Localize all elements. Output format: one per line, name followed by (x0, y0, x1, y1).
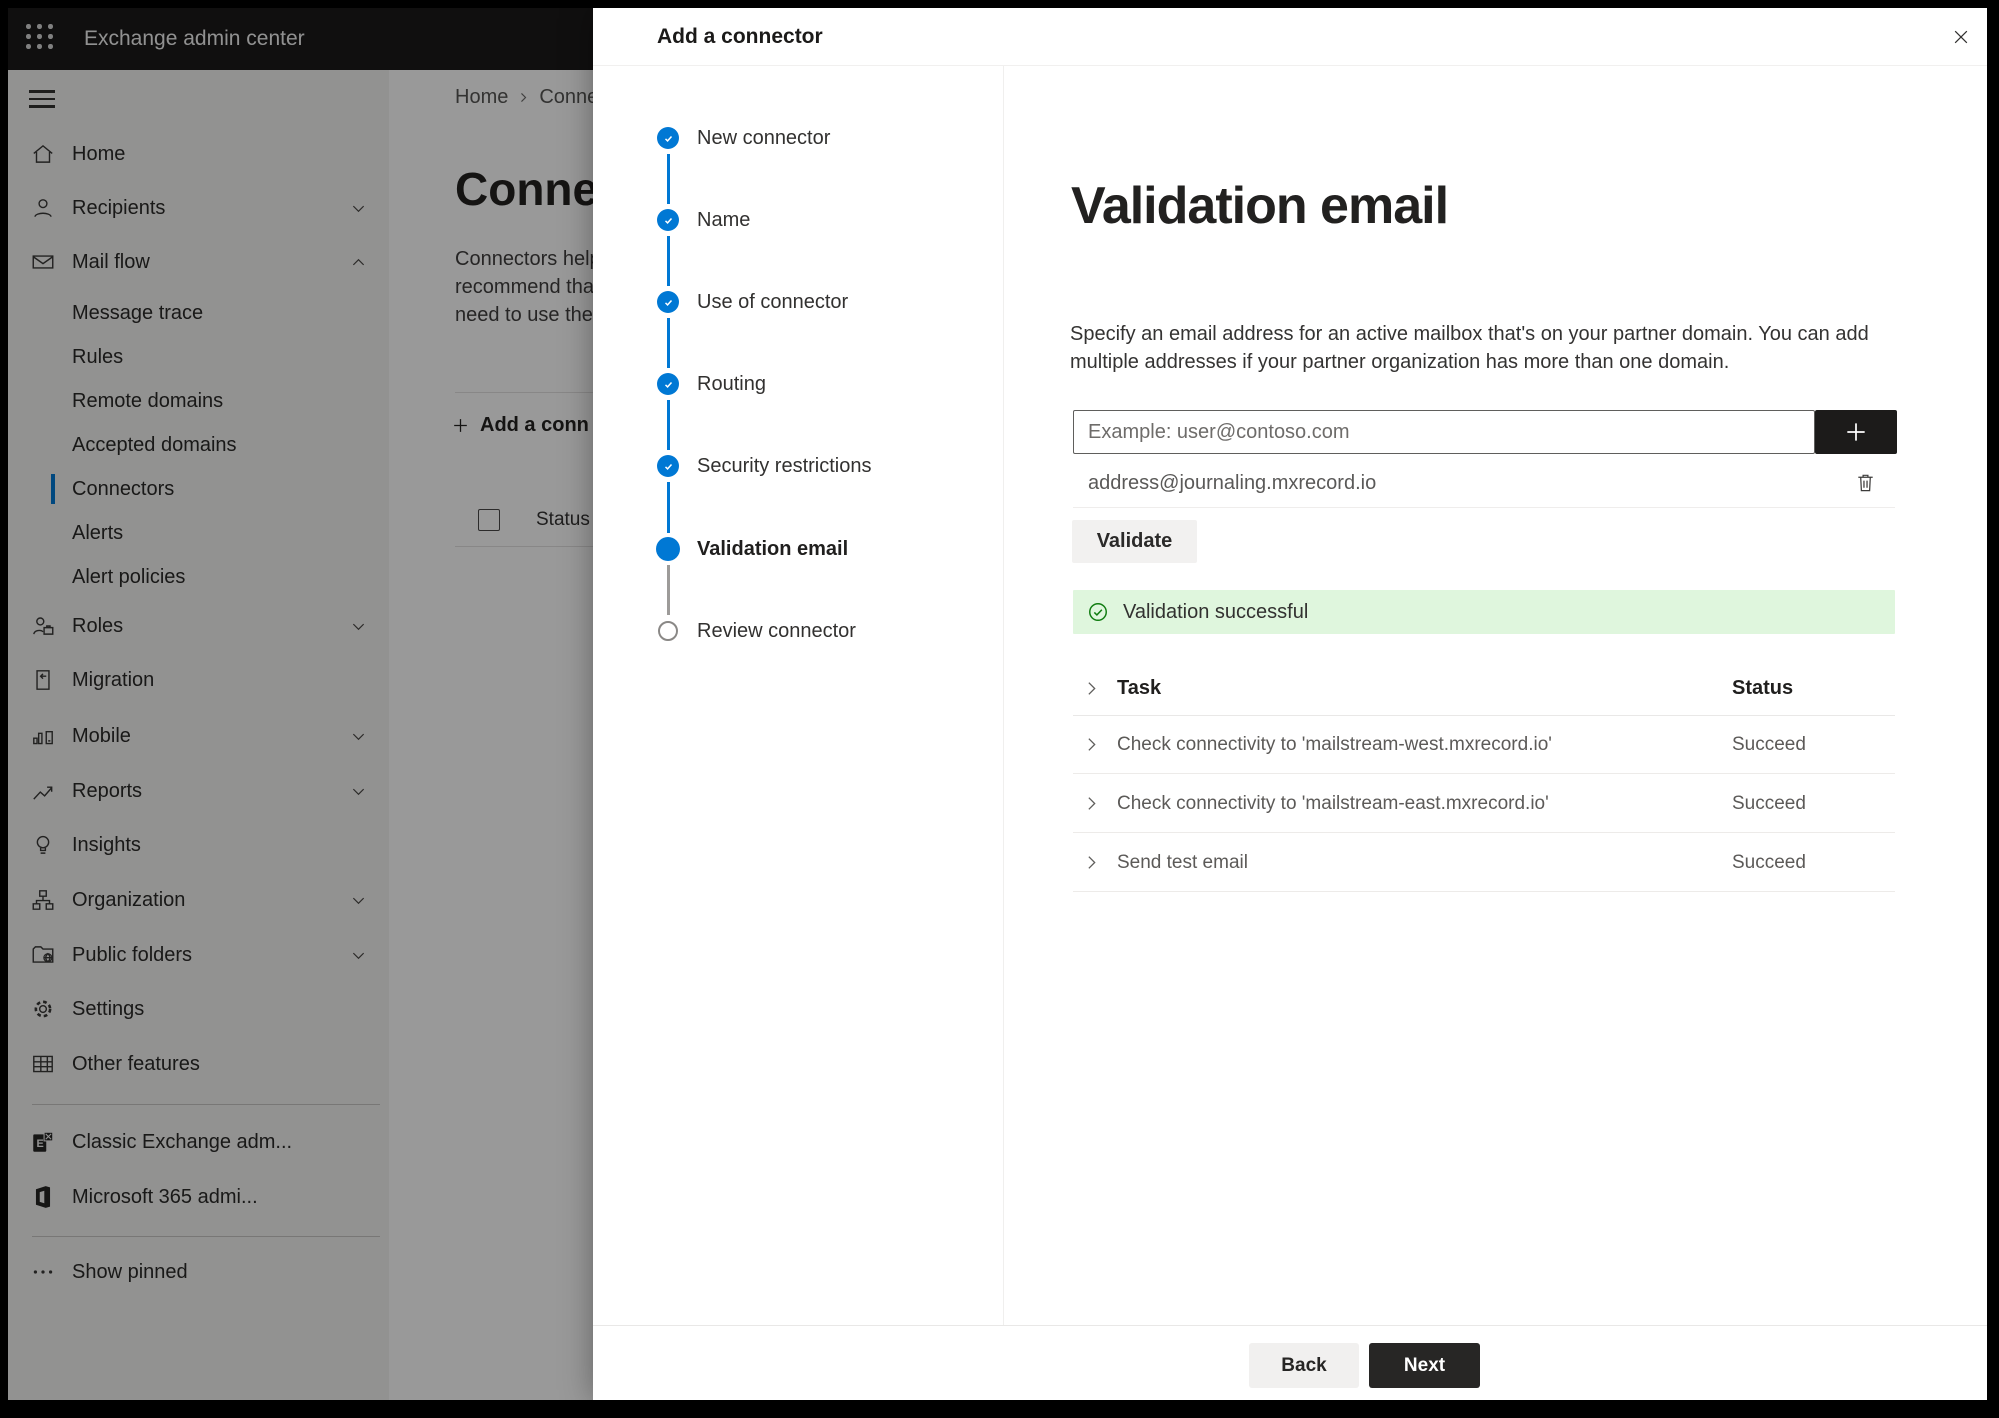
expand-row-chevron-icon[interactable] (1083, 736, 1100, 753)
step-connector-line (666, 565, 670, 615)
step-connector-line (666, 318, 670, 368)
banner-text: Validation successful (1123, 601, 1309, 623)
divider (593, 65, 1987, 66)
step-connector-line (666, 154, 670, 204)
expand-row-chevron-icon[interactable] (1083, 795, 1100, 812)
validation-success-banner: Validation successful (1073, 590, 1895, 634)
status-cell: Succeed (1732, 793, 1806, 814)
step-name[interactable]: Name (697, 206, 750, 234)
task-cell: Send test email (1117, 852, 1248, 873)
expand-all-chevron-icon[interactable] (1083, 680, 1100, 697)
close-icon[interactable] (1945, 21, 1977, 53)
task-cell: Check connectivity to 'mailstream-east.m… (1117, 793, 1549, 814)
step-pending-circle (658, 621, 678, 641)
result-row: Send test email Succeed (1073, 833, 1895, 892)
step-completed-check-icon (657, 291, 679, 313)
step-page-title: Validation email (1071, 177, 1449, 235)
expand-row-chevron-icon[interactable] (1083, 854, 1100, 871)
dialog-title: Add a connector (657, 25, 823, 48)
added-email-address: address@journaling.mxrecord.io (1088, 472, 1377, 494)
result-row: Check connectivity to 'mailstream-east.m… (1073, 774, 1895, 833)
step-completed-check-icon (657, 127, 679, 149)
step-completed-check-icon (657, 455, 679, 477)
screen: Exchange admin center Home Recipients Mail… (8, 8, 1987, 1400)
step-validation-email[interactable]: Validation email (697, 535, 848, 563)
step-connector-line (666, 236, 670, 286)
next-button[interactable]: Next (1369, 1343, 1480, 1388)
step-security-restrictions[interactable]: Security restrictions (697, 452, 872, 480)
delete-address-icon[interactable] (1849, 466, 1883, 500)
column-header-task: Task (1117, 677, 1162, 699)
result-row: Check connectivity to 'mailstream-west.m… (1073, 715, 1895, 774)
step-use-of-connector[interactable]: Use of connector (697, 288, 848, 316)
email-address-input[interactable] (1073, 410, 1815, 454)
step-new-connector[interactable]: New connector (697, 124, 830, 152)
results-table-header: Task Status (593, 668, 1987, 708)
validate-button[interactable]: Validate (1072, 520, 1197, 563)
task-cell: Check connectivity to 'mailstream-west.m… (1117, 734, 1552, 755)
add-connector-dialog: Add a connector New connector Name Use of … (593, 8, 1987, 1400)
step-connector-line (666, 400, 670, 450)
success-check-icon (1087, 601, 1109, 623)
step-completed-check-icon (657, 209, 679, 231)
step-completed-check-icon (657, 373, 679, 395)
plus-icon (1847, 423, 1865, 441)
add-email-button[interactable] (1815, 410, 1897, 454)
step-current-dot (656, 537, 680, 561)
column-header-status: Status (1732, 677, 1794, 699)
step-review-connector[interactable]: Review connector (697, 617, 856, 645)
step-connector-line (666, 482, 670, 533)
status-cell: Succeed (1732, 734, 1806, 755)
back-button[interactable]: Back (1249, 1343, 1359, 1388)
status-cell: Succeed (1732, 852, 1806, 873)
divider (1073, 507, 1895, 508)
step-description: Specify an email address for an active m… (1070, 323, 1869, 373)
divider (593, 1325, 1987, 1326)
step-routing[interactable]: Routing (697, 370, 766, 398)
